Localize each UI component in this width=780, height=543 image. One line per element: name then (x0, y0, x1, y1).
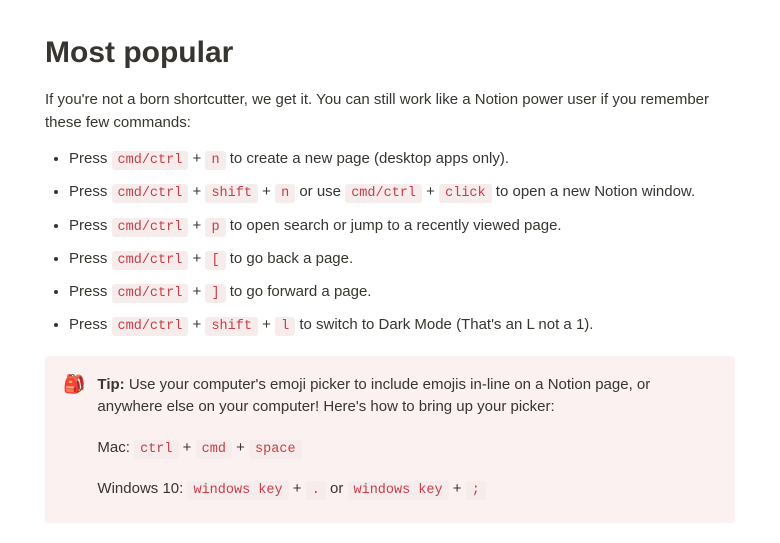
intro-text: If you're not a born shortcutter, we get… (45, 89, 735, 134)
keycap: shift (205, 184, 258, 203)
keycap: cmd/ctrl (112, 184, 189, 203)
keycap: l (275, 317, 295, 336)
keycap: n (205, 151, 225, 170)
shortcut-item: Press cmd/ctrl + n to create a new page … (69, 148, 735, 171)
shortcut-item: Press cmd/ctrl + ] to go forward a page. (69, 281, 735, 304)
keycap: cmd (196, 440, 232, 459)
keycap: ; (466, 481, 486, 500)
shortcut-list: Press cmd/ctrl + n to create a new page … (45, 148, 735, 338)
tip-callout: 🎒 Tip: Use your computer's emoji picker … (45, 356, 735, 524)
keycap: space (249, 440, 302, 459)
shortcut-item: Press cmd/ctrl + p to open search or jum… (69, 215, 735, 238)
keycap: cmd/ctrl (112, 284, 189, 303)
keycap: [ (205, 251, 225, 270)
keycap: ctrl (134, 440, 178, 459)
keycap: cmd/ctrl (112, 317, 189, 336)
keycap: n (275, 184, 295, 203)
tip-text: Tip: Use your computer's emoji picker to… (97, 374, 717, 419)
shortcut-item: Press cmd/ctrl + shift + l to switch to … (69, 314, 735, 337)
shortcut-item: Press cmd/ctrl + shift + n or use cmd/ct… (69, 181, 735, 204)
backpack-icon: 🎒 (63, 374, 85, 502)
keycap: cmd/ctrl (112, 251, 189, 270)
tip-body: Use your computer's emoji picker to incl… (97, 376, 650, 416)
keycap: windows key (348, 481, 449, 500)
tip-label: Tip: (97, 376, 124, 393)
mac-line: Mac: ctrl + cmd + space (97, 437, 717, 460)
keycap: click (439, 184, 492, 203)
keycap: cmd/ctrl (112, 218, 189, 237)
keycap: p (205, 218, 225, 237)
keycap: shift (205, 317, 258, 336)
keycap: . (306, 481, 326, 500)
keycap: windows key (187, 481, 288, 500)
keycap: cmd/ctrl (345, 184, 422, 203)
shortcut-item: Press cmd/ctrl + [ to go back a page. (69, 248, 735, 271)
keycap: ] (205, 284, 225, 303)
windows-line: Windows 10: windows key + . or windows k… (97, 478, 717, 501)
page-title: Most popular (45, 30, 735, 75)
keycap: cmd/ctrl (112, 151, 189, 170)
callout-body: Tip: Use your computer's emoji picker to… (97, 374, 717, 502)
